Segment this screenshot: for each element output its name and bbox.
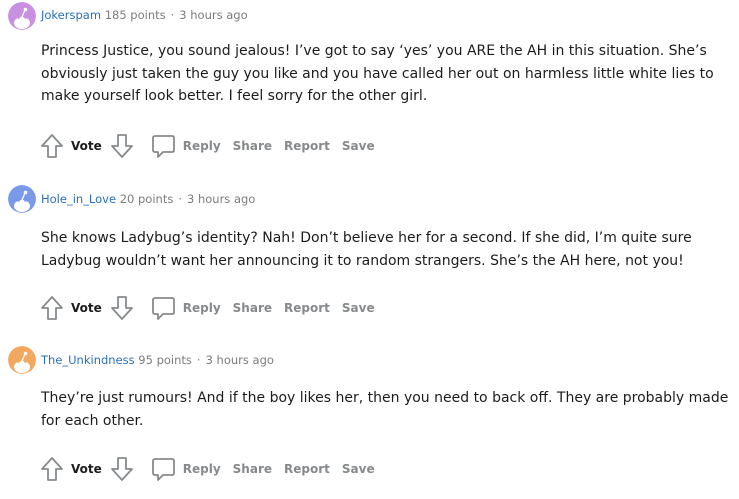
comment-bubble-icon[interactable] bbox=[151, 295, 176, 321]
timestamp[interactable]: 3 hours ago bbox=[187, 192, 255, 206]
username-link[interactable]: The_Unkindness bbox=[41, 353, 135, 367]
downvote-icon[interactable] bbox=[110, 133, 134, 159]
downvote-icon[interactable] bbox=[110, 456, 134, 482]
comment-bubble-icon[interactable] bbox=[151, 133, 176, 159]
vote-count: Vote bbox=[71, 301, 102, 315]
avatar-snoo-icon bbox=[8, 2, 36, 30]
points: 20 points bbox=[119, 192, 174, 206]
comment-body: She knows Ladybug’s identity? Nah! Don’t… bbox=[41, 230, 692, 269]
comment-meta: Hole_in_Love 20 points · 3 hours ago bbox=[41, 192, 255, 206]
comment-actions: Vote Reply Share Report Save bbox=[40, 133, 375, 159]
comment-meta: The_Unkindness 95 points · 3 hours ago bbox=[41, 353, 274, 367]
avatar[interactable] bbox=[8, 346, 36, 374]
username-link[interactable]: Jokerspam bbox=[41, 8, 101, 22]
timestamp[interactable]: 3 hours ago bbox=[179, 8, 247, 22]
separator-dot: · bbox=[170, 8, 175, 22]
points: 95 points bbox=[138, 353, 192, 367]
vote-count: Vote bbox=[71, 462, 102, 476]
share-button[interactable]: Share bbox=[233, 462, 272, 476]
comment-bubble-icon[interactable] bbox=[151, 456, 176, 482]
upvote-icon[interactable] bbox=[40, 456, 64, 482]
vote-count: Vote bbox=[71, 139, 102, 153]
comment-body: They’re just rumours! And if the boy lik… bbox=[41, 390, 729, 429]
avatar-snoo-icon bbox=[8, 346, 36, 374]
report-button[interactable]: Report bbox=[284, 301, 330, 315]
separator-dot: · bbox=[196, 353, 201, 367]
reply-button[interactable]: Reply bbox=[183, 301, 221, 315]
comment-actions: Vote Reply Share Report Save bbox=[40, 295, 375, 321]
avatar[interactable] bbox=[8, 2, 36, 30]
points: 185 points bbox=[104, 8, 166, 22]
upvote-icon[interactable] bbox=[40, 295, 64, 321]
share-button[interactable]: Share bbox=[233, 301, 272, 315]
report-button[interactable]: Report bbox=[284, 462, 330, 476]
reply-button[interactable]: Reply bbox=[183, 139, 221, 153]
comment-body: Princess Justice, you sound jealous! I’v… bbox=[41, 43, 714, 104]
comment-meta: Jokerspam 185 points · 3 hours ago bbox=[41, 8, 248, 22]
save-button[interactable]: Save bbox=[342, 301, 375, 315]
separator-dot: · bbox=[178, 192, 182, 206]
report-button[interactable]: Report bbox=[284, 139, 330, 153]
save-button[interactable]: Save bbox=[342, 462, 375, 476]
avatar[interactable] bbox=[8, 185, 36, 213]
share-button[interactable]: Share bbox=[233, 139, 272, 153]
timestamp[interactable]: 3 hours ago bbox=[206, 353, 274, 367]
username-link[interactable]: Hole_in_Love bbox=[41, 192, 116, 206]
save-button[interactable]: Save bbox=[342, 139, 375, 153]
upvote-icon[interactable] bbox=[40, 133, 64, 159]
avatar-snoo-icon bbox=[8, 185, 36, 213]
downvote-icon[interactable] bbox=[110, 295, 134, 321]
reply-button[interactable]: Reply bbox=[183, 462, 221, 476]
comment-actions: Vote Reply Share Report Save bbox=[40, 456, 375, 482]
